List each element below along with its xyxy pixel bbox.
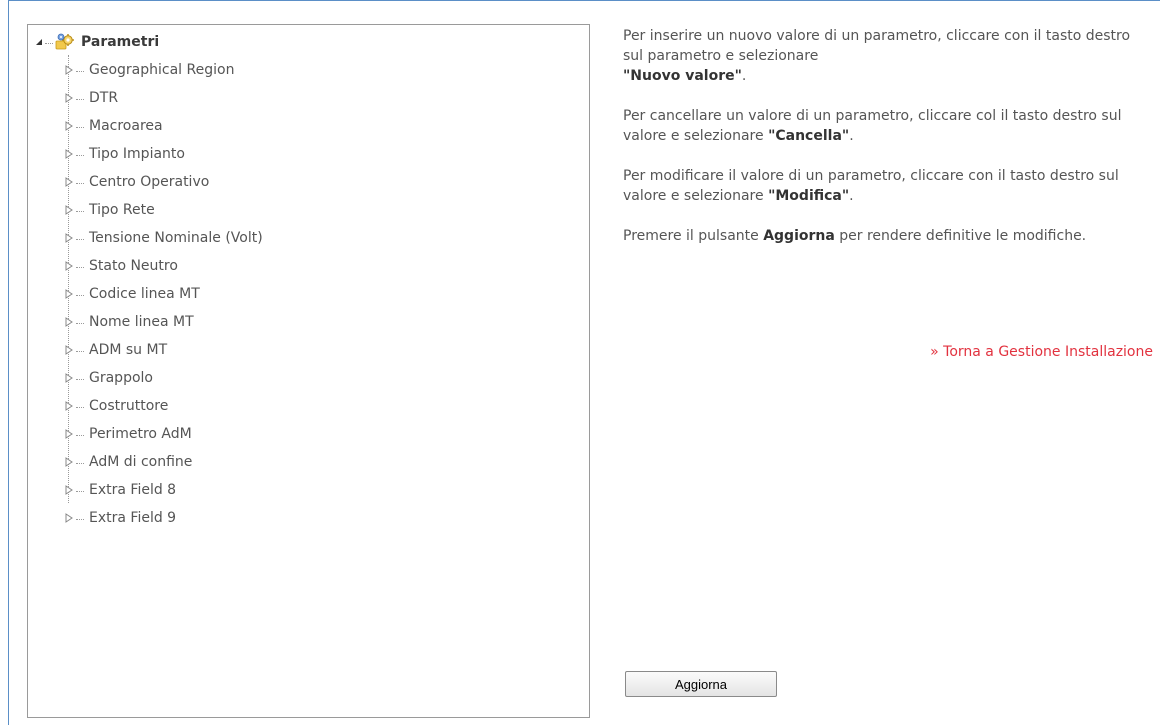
tree-item-label[interactable]: Grappolo	[89, 370, 153, 386]
tree-item-label[interactable]: Geographical Region	[89, 62, 234, 78]
tree-item-label[interactable]: Centro Operativo	[89, 174, 209, 190]
instructions-panel: Per inserire un nuovo valore di un param…	[623, 26, 1143, 266]
tree-item-tipo-rete[interactable]: Tipo Rete	[65, 196, 263, 224]
tree-connector	[76, 322, 84, 324]
tree-connector	[76, 182, 84, 184]
collapsed-arrow-icon[interactable]	[65, 345, 73, 355]
collapsed-arrow-icon[interactable]	[65, 149, 73, 159]
tree-connector	[76, 210, 84, 212]
tree-item-geographical-region[interactable]: Geographical Region	[65, 56, 263, 84]
tree-item-label[interactable]: Extra Field 8	[89, 482, 176, 498]
tree-connector	[76, 462, 84, 464]
parameter-tree-panel[interactable]: Parametri Geographical Region DTR Macroa…	[27, 24, 590, 718]
tree-item-extra-field-8[interactable]: Extra Field 8	[65, 476, 263, 504]
tree-connector	[76, 434, 84, 436]
tree-root-node[interactable]: Parametri	[34, 31, 159, 53]
tree-item-adm-di-confine[interactable]: AdM di confine	[65, 448, 263, 476]
collapsed-arrow-icon[interactable]	[65, 177, 73, 187]
collapsed-arrow-icon[interactable]	[65, 485, 73, 495]
tree-item-label[interactable]: Perimetro AdM	[89, 426, 192, 442]
tree-item-label[interactable]: Tipo Impianto	[89, 146, 185, 162]
tree-root-label[interactable]: Parametri	[81, 34, 159, 50]
tree-connector	[76, 154, 84, 156]
tree-connector	[45, 42, 53, 44]
collapsed-arrow-icon[interactable]	[65, 373, 73, 383]
collapsed-arrow-icon[interactable]	[65, 429, 73, 439]
tree-item-label[interactable]: Tensione Nominale (Volt)	[89, 230, 263, 246]
tree-connector	[76, 406, 84, 408]
collapsed-arrow-icon[interactable]	[65, 93, 73, 103]
update-button[interactable]: Aggiorna	[625, 671, 777, 697]
tree-item-grappolo[interactable]: Grappolo	[65, 364, 263, 392]
instruction-insert: Per inserire un nuovo valore di un param…	[623, 28, 1131, 84]
tree-item-extra-field-9[interactable]: Extra Field 9	[65, 504, 263, 532]
tree-item-centro-operativo[interactable]: Centro Operativo	[65, 168, 263, 196]
tree-item-perimetro-adm[interactable]: Perimetro AdM	[65, 420, 263, 448]
tree-connector	[76, 238, 84, 240]
tree-item-label[interactable]: ADM su MT	[89, 342, 167, 358]
collapsed-arrow-icon[interactable]	[65, 457, 73, 467]
tree-item-codice-linea-mt[interactable]: Codice linea MT	[65, 280, 263, 308]
tree-item-label[interactable]: Tipo Rete	[89, 202, 155, 218]
tree-item-label[interactable]: Extra Field 9	[89, 510, 176, 526]
instruction-modify: Per modificare il valore di un parametro…	[623, 168, 1119, 204]
tree-connector	[76, 266, 84, 268]
tree-connector	[76, 294, 84, 296]
tree-item-label[interactable]: Macroarea	[89, 118, 163, 134]
collapsed-arrow-icon[interactable]	[65, 65, 73, 75]
collapsed-arrow-icon[interactable]	[65, 317, 73, 327]
tree-connector	[76, 378, 84, 380]
tree-item-dtr[interactable]: DTR	[65, 84, 263, 112]
collapsed-arrow-icon[interactable]	[65, 121, 73, 131]
gear-folder-icon	[55, 33, 74, 50]
tree-item-tipo-impianto[interactable]: Tipo Impianto	[65, 140, 263, 168]
tree-children: Geographical Region DTR Macroarea Tipo I…	[65, 56, 263, 532]
tree-connector	[76, 518, 84, 520]
collapsed-arrow-icon[interactable]	[65, 205, 73, 215]
collapsed-arrow-icon[interactable]	[65, 261, 73, 271]
tree-item-label[interactable]: Costruttore	[89, 398, 168, 414]
collapsed-arrow-icon[interactable]	[65, 233, 73, 243]
tree-connector	[76, 350, 84, 352]
collapsed-arrow-icon[interactable]	[65, 401, 73, 411]
tree-item-label[interactable]: Stato Neutro	[89, 258, 178, 274]
tree-item-label[interactable]: DTR	[89, 90, 118, 106]
tree-connector	[76, 126, 84, 128]
tree-item-costruttore[interactable]: Costruttore	[65, 392, 263, 420]
tree-connector	[76, 98, 84, 100]
tree-connector	[76, 490, 84, 492]
tree-item-tensione-nominale[interactable]: Tensione Nominale (Volt)	[65, 224, 263, 252]
collapsed-arrow-icon[interactable]	[65, 513, 73, 523]
tree-item-macroarea[interactable]: Macroarea	[65, 112, 263, 140]
expanded-arrow-icon[interactable]	[34, 37, 44, 47]
tree-item-label[interactable]: AdM di confine	[89, 454, 192, 470]
tree-item-adm-su-mt[interactable]: ADM su MT	[65, 336, 263, 364]
collapsed-arrow-icon[interactable]	[65, 289, 73, 299]
tree-item-nome-linea-mt[interactable]: Nome linea MT	[65, 308, 263, 336]
back-to-installation-link[interactable]: » Torna a Gestione Installazione	[820, 344, 1153, 360]
tree-item-label[interactable]: Codice linea MT	[89, 286, 200, 302]
tree-connector	[76, 70, 84, 72]
tree-item-stato-neutro[interactable]: Stato Neutro	[65, 252, 263, 280]
instruction-delete: Per cancellare un valore di un parametro…	[623, 108, 1122, 144]
tree-item-label[interactable]: Nome linea MT	[89, 314, 194, 330]
instruction-update: Premere il pulsante Aggiorna per rendere…	[623, 228, 1087, 244]
